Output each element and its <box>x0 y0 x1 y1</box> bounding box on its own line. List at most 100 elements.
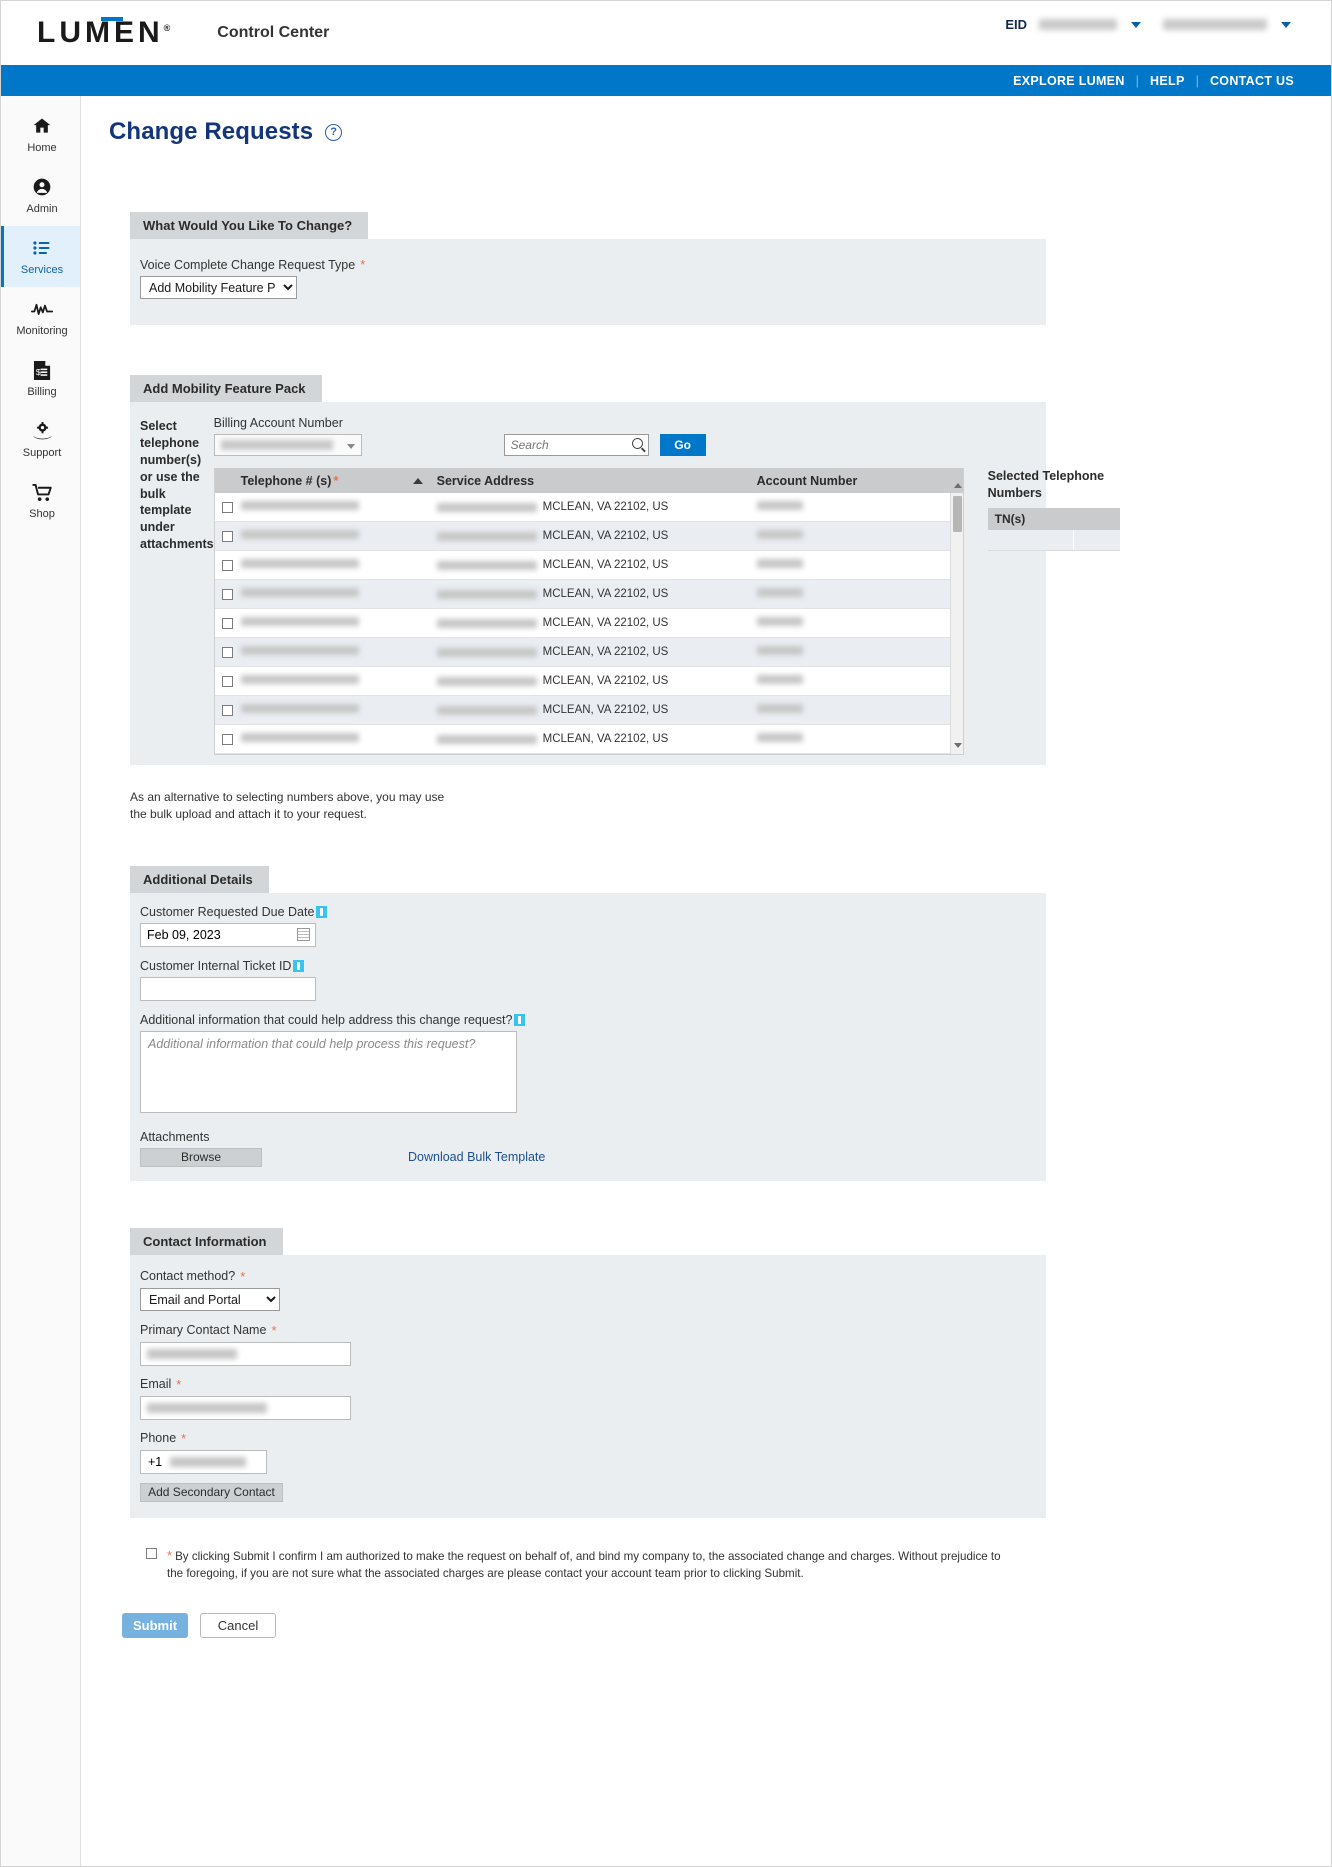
telephone-value-redacted <box>240 733 359 742</box>
sidebar-label-monitoring: Monitoring <box>16 325 68 337</box>
sort-ascending-icon <box>412 477 423 484</box>
sidebar-label-admin: Admin <box>26 203 58 215</box>
telephone-value-redacted <box>240 501 359 510</box>
table-row[interactable]: MCLEAN, VA 22102, US <box>214 725 963 754</box>
scroll-down-icon[interactable] <box>953 743 962 748</box>
account-value-redacted <box>756 617 803 626</box>
street-value-redacted <box>436 589 537 599</box>
due-date-label: Customer Requested Due Date <box>140 905 1046 919</box>
sidebar-item-admin[interactable]: Admin <box>1 165 80 226</box>
search-input[interactable] <box>503 434 649 456</box>
attachments-label: Attachments <box>140 1129 210 1144</box>
app-title: Control Center <box>217 24 330 41</box>
row-checkbox[interactable] <box>222 588 234 600</box>
browse-button[interactable]: Browse <box>140 1147 262 1167</box>
main-content: Change Requests ? What Would You Like To… <box>81 96 1331 1866</box>
table-scrollbar[interactable] <box>949 483 963 754</box>
table-header-account-number[interactable]: Account Number <box>757 474 963 488</box>
section-header-contact: Contact Information <box>130 1227 283 1255</box>
account-name-redacted <box>1163 19 1267 30</box>
sidebar-item-support[interactable]: Support <box>1 409 80 470</box>
sidebar-item-billing[interactable]: $ Billing <box>1 348 80 409</box>
section-additional-details: Additional Details Customer Requested Du… <box>130 865 1046 1181</box>
add-secondary-contact-button[interactable]: Add Secondary Contact <box>140 1482 283 1502</box>
eid-chevron-down-icon[interactable] <box>1131 21 1141 28</box>
selected-panel-title: Selected Telephone Numbers <box>987 469 1105 500</box>
row-checkbox[interactable] <box>222 501 234 513</box>
account-value-redacted <box>756 675 803 684</box>
nav-contact-us[interactable]: CONTACT US <box>1199 74 1305 88</box>
nav-help[interactable]: HELP <box>1139 74 1196 88</box>
header-account-area: EID <box>1005 17 1305 32</box>
table-row[interactable]: MCLEAN, VA 22102, US <box>214 522 963 551</box>
change-request-type-select[interactable]: Add Mobility Feature Pack <box>140 276 297 299</box>
billing-account-number-value-redacted <box>220 440 333 450</box>
street-value-redacted <box>436 502 537 512</box>
scrollbar-thumb[interactable] <box>952 496 962 532</box>
gear-hand-icon <box>31 420 53 442</box>
lumen-logo[interactable]: LUMEN® <box>37 17 170 48</box>
cell-service-address: MCLEAN, VA 22102, US <box>436 559 757 571</box>
row-checkbox[interactable] <box>222 617 234 629</box>
sidebar-item-shop[interactable]: Shop <box>1 470 80 531</box>
table-row[interactable]: MCLEAN, VA 22102, US <box>214 696 963 725</box>
info-icon[interactable] <box>316 905 328 918</box>
scroll-up-icon[interactable] <box>953 483 962 488</box>
section-header-mobility: Add Mobility Feature Pack <box>130 375 322 402</box>
telephone-value-redacted <box>240 675 359 684</box>
help-icon[interactable]: ? <box>325 123 343 141</box>
table-row[interactable]: MCLEAN, VA 22102, US <box>214 580 963 609</box>
sidebar-item-monitoring[interactable]: Monitoring <box>1 287 80 348</box>
additional-info-textarea[interactable] <box>140 1030 517 1113</box>
eid-value-redacted <box>1039 19 1117 30</box>
table-header-row: Telephone # (s) * Service Address Account… <box>214 468 963 493</box>
primary-contact-name-value-redacted <box>147 1348 237 1359</box>
cell-account-number <box>756 646 963 658</box>
cell-service-address: MCLEAN, VA 22102, US <box>436 733 757 745</box>
row-checkbox[interactable] <box>222 675 234 687</box>
consent-checkbox[interactable] <box>146 1547 157 1559</box>
invoice-icon: $ <box>31 359 53 381</box>
row-checkbox[interactable] <box>222 733 234 745</box>
table-row[interactable]: MCLEAN, VA 22102, US <box>214 638 963 667</box>
calendar-icon[interactable] <box>297 927 310 941</box>
due-date-input[interactable] <box>140 922 316 947</box>
table-header-service-address[interactable]: Service Address <box>437 474 757 488</box>
download-bulk-template-link[interactable]: Download Bulk Template <box>408 1150 545 1164</box>
row-checkbox[interactable] <box>222 646 234 658</box>
billing-account-number-select[interactable] <box>213 434 362 456</box>
section-header-what-to-change: What Would You Like To Change? <box>130 212 369 239</box>
search-field-wrap <box>503 434 649 456</box>
row-checkbox[interactable] <box>222 559 234 571</box>
telephone-numbers-table: Telephone # (s) * Service Address Account… <box>213 468 964 755</box>
cell-service-address: MCLEAN, VA 22102, US <box>436 588 757 600</box>
go-button[interactable]: Go <box>659 434 706 456</box>
table-row[interactable]: MCLEAN, VA 22102, US <box>214 493 963 522</box>
bulk-upload-note: As an alternative to selecting numbers a… <box>130 790 445 822</box>
row-checkbox-cell <box>215 588 241 600</box>
row-checkbox-cell <box>215 675 241 687</box>
street-value-redacted <box>436 560 537 570</box>
ticket-id-input[interactable] <box>140 976 316 1001</box>
info-icon[interactable] <box>293 959 305 972</box>
telephone-value-redacted <box>240 559 359 568</box>
table-row[interactable]: MCLEAN, VA 22102, US <box>214 551 963 580</box>
table-row[interactable]: MCLEAN, VA 22102, US <box>214 667 963 696</box>
cell-service-address: MCLEAN, VA 22102, US <box>436 501 757 513</box>
sidebar-item-home[interactable]: Home <box>1 104 80 165</box>
cancel-button[interactable]: Cancel <box>200 1612 276 1638</box>
left-sidebar: Home Admin Services Monitoring $ Billing… <box>1 96 81 1866</box>
table-row[interactable]: MCLEAN, VA 22102, US <box>214 609 963 638</box>
cell-service-address: MCLEAN, VA 22102, US <box>436 675 757 687</box>
account-chevron-down-icon[interactable] <box>1281 21 1291 28</box>
table-header-telephone[interactable]: Telephone # (s) * <box>241 473 437 488</box>
submit-button[interactable]: Submit <box>122 1612 188 1638</box>
info-icon[interactable] <box>514 1013 526 1026</box>
row-checkbox[interactable] <box>222 704 234 716</box>
account-value-redacted <box>756 588 803 597</box>
nav-explore-lumen[interactable]: EXPLORE LUMEN <box>1002 74 1136 88</box>
contact-method-select[interactable]: Email and Portal <box>140 1287 280 1311</box>
user-circle-icon <box>31 176 53 198</box>
sidebar-item-services[interactable]: Services <box>1 226 80 287</box>
row-checkbox[interactable] <box>222 530 234 542</box>
